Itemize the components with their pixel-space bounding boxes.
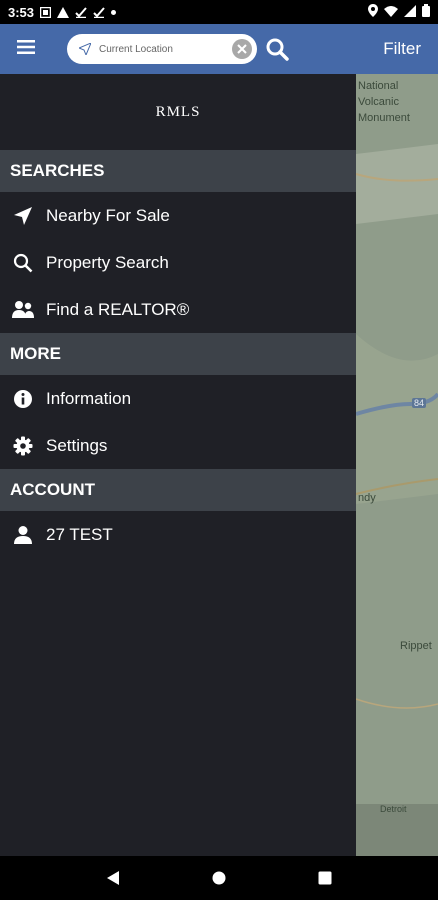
signal-icon xyxy=(404,4,416,20)
drawer-item-label: Property Search xyxy=(46,252,169,272)
drawer-item-information[interactable]: Information xyxy=(0,375,356,422)
drawer-item-settings[interactable]: Settings xyxy=(0,422,356,469)
map-label: Volcanic xyxy=(358,96,399,108)
system-nav-bar xyxy=(0,856,438,900)
map-label: Detroit xyxy=(380,804,407,814)
filter-button[interactable]: Filter xyxy=(383,39,421,59)
back-icon[interactable] xyxy=(106,870,120,886)
rmls-logo: RMLS xyxy=(155,103,201,120)
status-bar: 3:53 xyxy=(0,0,438,24)
hamburger-icon xyxy=(17,39,35,59)
person-icon xyxy=(12,524,34,546)
drawer-item-label: Settings xyxy=(46,435,108,455)
section-header-more: MORE xyxy=(0,333,356,375)
map-label: National xyxy=(358,80,399,92)
map-label: Monument xyxy=(358,112,410,124)
clear-search-icon[interactable] xyxy=(231,38,253,60)
drawer-item-property-search[interactable]: Property Search xyxy=(0,239,356,286)
navigation-drawer: RMLS SEARCHES Nearby For Sale Property S… xyxy=(0,74,356,856)
search-input[interactable] xyxy=(99,43,219,55)
app-bar: Filter xyxy=(0,24,438,74)
home-icon[interactable] xyxy=(212,871,226,885)
drawer-item-account[interactable]: 27 TEST xyxy=(0,511,356,558)
drawer-item-find-realtor[interactable]: Find a REALTOR® xyxy=(0,286,356,333)
drawer-item-label: 27 TEST xyxy=(46,524,113,544)
map-label: ndy xyxy=(358,492,376,504)
navigation-arrow-icon xyxy=(12,205,34,227)
check-icon xyxy=(75,6,87,18)
search-icon xyxy=(12,252,34,274)
recents-icon[interactable] xyxy=(318,871,332,885)
info-icon xyxy=(12,388,34,410)
section-header-searches: SEARCHES xyxy=(0,150,356,192)
screen: 3:53 Current Location Filter National Vo… xyxy=(0,0,438,900)
location-icon xyxy=(368,4,378,20)
gear-icon xyxy=(12,435,34,457)
warning-icon xyxy=(57,6,70,18)
map-label: Rippet xyxy=(400,640,432,652)
status-right xyxy=(368,4,430,20)
search-icon[interactable] xyxy=(265,37,289,61)
drawer-item-label: Nearby For Sale xyxy=(46,205,170,225)
search-box[interactable] xyxy=(67,34,257,64)
drawer-item-label: Information xyxy=(46,388,132,408)
menu-button[interactable] xyxy=(0,24,52,74)
drawer-item-label: Find a REALTOR® xyxy=(46,299,190,319)
dot-icon xyxy=(111,9,117,15)
status-time: 3:53 xyxy=(8,4,35,20)
check-icon xyxy=(93,6,105,18)
notification-icon xyxy=(40,6,52,18)
wifi-icon xyxy=(384,5,398,20)
drawer-item-nearby-for-sale[interactable]: Nearby For Sale xyxy=(0,192,356,239)
section-header-account: ACCOUNT xyxy=(0,469,356,511)
drawer-header: RMLS xyxy=(0,74,356,150)
people-icon xyxy=(12,299,34,321)
location-arrow-icon xyxy=(79,43,91,55)
battery-icon xyxy=(422,4,430,20)
highway-shield: 84 xyxy=(412,398,427,408)
